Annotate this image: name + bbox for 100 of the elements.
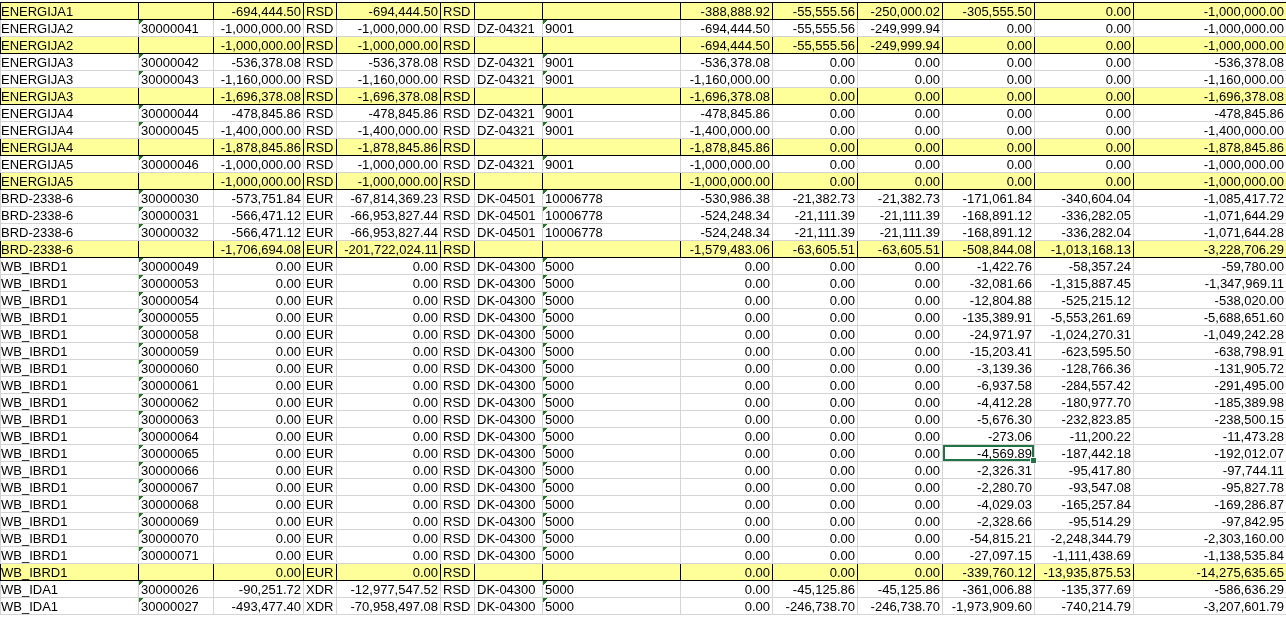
table-cell: 5000	[542, 393, 681, 411]
table-cell: 0.00	[336, 376, 441, 394]
table-cell: 0.00	[680, 257, 773, 275]
table-cell: 0.00	[336, 478, 441, 496]
table-cell: -21,111.39	[857, 223, 943, 241]
table-cell: 0.00	[857, 53, 943, 71]
table-cell: 0.00	[772, 274, 858, 292]
table-cell: WB_IBRD1	[0, 359, 139, 377]
table-cell: 30000064	[138, 427, 214, 445]
table-cell: -1,422.76	[942, 257, 1035, 275]
table-cell: -1,000,000.00	[336, 155, 441, 173]
table-cell: 5000	[542, 291, 681, 309]
table-cell: 0.00	[772, 138, 858, 156]
table-cell: -1,400,000.00	[336, 121, 441, 139]
table-cell: -5,676.30	[942, 410, 1035, 428]
table-cell: EUR	[303, 206, 337, 224]
table-cell: RSD	[440, 580, 475, 598]
table-cell: EUR	[303, 495, 337, 513]
table-cell: 5000	[542, 376, 681, 394]
table-cell: 0.00	[680, 393, 773, 411]
table-cell: 0.00	[336, 461, 441, 479]
table-cell: EUR	[303, 257, 337, 275]
table-cell: -27,097.15	[942, 546, 1035, 564]
table-cell: -3,139.36	[942, 359, 1035, 377]
table-cell: -21,382.73	[857, 189, 943, 207]
table-cell: 0.00	[680, 274, 773, 292]
table-cell: -21,111.39	[857, 206, 943, 224]
table-cell: 0.00	[857, 155, 943, 173]
table-cell: DK-04300	[474, 461, 543, 479]
table-cell: 0.00	[942, 172, 1035, 190]
table-cell: -55,555.56	[772, 36, 858, 54]
table-cell: 0.00	[336, 359, 441, 377]
table-cell: 0.00	[772, 53, 858, 71]
table-cell: -694,444.50	[336, 2, 441, 20]
table-cell: BRD-2338-6	[0, 223, 139, 241]
table-cell: RSD	[303, 87, 337, 105]
table-cell: 30000054	[138, 291, 214, 309]
table-cell: DK-04300	[474, 393, 543, 411]
table-cell: 5000	[542, 461, 681, 479]
table-cell: WB_IBRD1	[0, 495, 139, 513]
table-cell: ENERGIJA2	[0, 36, 139, 54]
table-cell: -13,935,875.53	[1034, 563, 1134, 581]
table-cell: 0.00	[213, 546, 304, 564]
table-cell: RSD	[440, 478, 475, 496]
table-cell: 0.00	[857, 376, 943, 394]
table-cell: DK-04300	[474, 274, 543, 292]
table-cell: 0.00	[1034, 172, 1134, 190]
table-cell: -21,111.39	[772, 223, 858, 241]
table-cell: WB_IBRD1	[0, 444, 139, 462]
table-cell: WB_IDA1	[0, 580, 139, 598]
table-cell: RSD	[440, 461, 475, 479]
fill-handle[interactable]	[1030, 457, 1037, 464]
table-cell: 0.00	[680, 597, 773, 615]
table-cell: -1,160,000.00	[680, 70, 773, 88]
table-cell: -1,000,000.00	[680, 172, 773, 190]
table-cell: RSD	[303, 155, 337, 173]
table-cell: RSD	[303, 121, 337, 139]
table-cell: 5000	[542, 597, 681, 615]
table-cell: EUR	[303, 308, 337, 326]
table-cell: 0.00	[857, 444, 943, 462]
table-cell: -305,555.50	[942, 2, 1035, 20]
table-cell: RSD	[303, 104, 337, 122]
table-cell: 0.00	[680, 495, 773, 513]
table-cell: -1,579,483.06	[680, 240, 773, 258]
table-cell: -1,160,000.00	[213, 70, 304, 88]
table-cell: 0.00	[857, 342, 943, 360]
table-cell: -1,400,000.00	[680, 121, 773, 139]
table-cell[interactable]: -4,569.89	[942, 444, 1035, 462]
table-cell: -694,444.50	[680, 19, 773, 37]
table-cell: 30000070	[138, 529, 214, 547]
table-cell: -536,378.08	[336, 53, 441, 71]
table-cell: WB_IBRD1	[0, 529, 139, 547]
table-cell: -1,315,887.45	[1034, 274, 1134, 292]
table-cell: 0.00	[336, 563, 441, 581]
table-cell: WB_IBRD1	[0, 291, 139, 309]
table-cell: EUR	[303, 240, 337, 258]
table-cell: 5000	[542, 495, 681, 513]
table-cell: -21,111.39	[772, 206, 858, 224]
table-cell: -180,977.70	[1034, 393, 1134, 411]
table-cell: -168,891.12	[942, 223, 1035, 241]
table-cell: 0.00	[857, 512, 943, 530]
table-cell: 0.00	[213, 529, 304, 547]
table-cell: -171,061.84	[942, 189, 1035, 207]
table-cell: 5000	[542, 257, 681, 275]
table-cell: RSD	[440, 223, 475, 241]
table-cell: 0.00	[213, 393, 304, 411]
table-cell: -284,557.42	[1034, 376, 1134, 394]
table-cell: BRD-2338-6	[0, 189, 139, 207]
table-cell: 5000	[542, 529, 681, 547]
table-cell: 5000	[542, 325, 681, 343]
table-cell: DK-04300	[474, 325, 543, 343]
table-cell: 30000030	[138, 189, 214, 207]
table-cell: 30000067	[138, 478, 214, 496]
table-cell: EUR	[303, 359, 337, 377]
table-cell: 0.00	[942, 53, 1035, 71]
table-cell: 5000	[542, 359, 681, 377]
table-cell: -45,125.86	[857, 580, 943, 598]
table-cell: -6,937.58	[942, 376, 1035, 394]
table-cell: 0.00	[680, 512, 773, 530]
table-cell: 30000063	[138, 410, 214, 428]
